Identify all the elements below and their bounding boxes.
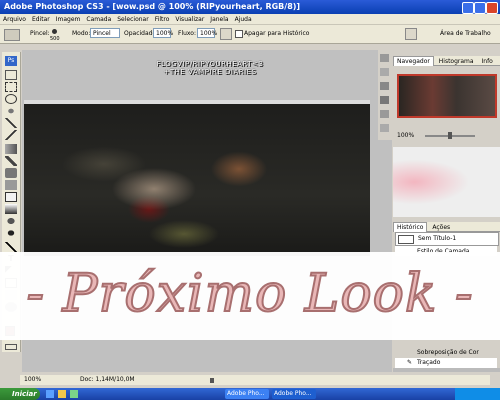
history-item-label: Traçado <box>417 359 441 366</box>
menu-camada[interactable]: Camada <box>83 16 114 23</box>
menu-editar[interactable]: Editar <box>29 16 53 23</box>
history-footer <box>393 368 500 372</box>
palette-well-icon[interactable] <box>405 28 417 40</box>
layer-comps-icon[interactable] <box>380 82 389 90</box>
panel-dock <box>378 50 392 140</box>
quick-mask-icon[interactable] <box>5 344 17 350</box>
brush-tool-icon[interactable] <box>5 156 17 166</box>
clone-source-icon[interactable] <box>380 124 389 132</box>
quicklaunch-folder-icon[interactable] <box>58 390 66 398</box>
close-button[interactable] <box>486 2 498 14</box>
erase-history-label: Apagar para Histórico <box>244 30 310 37</box>
system-tray[interactable] <box>455 388 500 400</box>
canvas-watermark: FLOGVIP/RIPYOURHEART<3 +THE VAMPIRE DIAR… <box>130 60 290 76</box>
history-state-icon: ✎ <box>407 359 413 366</box>
clone-stamp-icon[interactable] <box>5 168 17 178</box>
tab-histogram[interactable]: Histograma <box>436 57 477 66</box>
options-bar: Pincel: 500 Modo: Pincel Opacidade: 100%… <box>0 24 500 44</box>
flow-label: Fluxo: <box>178 30 196 37</box>
status-zoom[interactable]: 100% <box>24 375 41 385</box>
history-snapshot-row[interactable]: Sem Título-1 <box>395 232 499 246</box>
erase-history-checkbox[interactable] <box>235 30 243 38</box>
title-bar: Adobe Photoshop CS3 - [wow.psd @ 100% (R… <box>0 0 500 14</box>
watermark-line-1: FLOGVIP/RIPYOURHEART<3 <box>156 60 264 68</box>
history-row[interactable]: ✎ Traçado <box>395 358 497 368</box>
history-brush-icon[interactable] <box>5 180 17 190</box>
mode-select[interactable]: Pincel <box>90 28 120 38</box>
mode-label: Modo: <box>72 30 91 37</box>
tab-actions[interactable]: Ações <box>429 223 453 232</box>
flow-field[interactable]: 100% <box>197 28 217 38</box>
quicklaunch-media-icon[interactable] <box>70 390 78 398</box>
character-panel-icon[interactable] <box>380 96 389 104</box>
window-title: Adobe Photoshop CS3 - [wow.psd @ 100% (R… <box>4 2 301 11</box>
history-row[interactable]: Sobreposição de Cor <box>395 348 497 358</box>
airbrush-icon[interactable] <box>220 28 232 40</box>
taskbar-item-photoshop-1[interactable]: Adobe Pho... <box>225 389 269 399</box>
brush-label: Pincel: <box>30 30 50 37</box>
status-doc-size: Doc: 1,14M/10,0M <box>80 376 135 383</box>
blur-tool-icon[interactable] <box>5 216 17 226</box>
document-canvas[interactable] <box>24 104 370 256</box>
status-bar: 100% Doc: 1,14M/10,0M <box>20 375 490 385</box>
history-tabs: Histórico Ações <box>393 222 500 232</box>
menu-janela[interactable]: Janela <box>207 16 231 23</box>
menu-selecionar[interactable]: Selecionar <box>114 16 151 23</box>
watermark-line-2: +THE VAMPIRE DIARIES <box>163 68 257 76</box>
menu-imagem[interactable]: Imagem <box>53 16 84 23</box>
photoshop-logo-icon[interactable]: Ps <box>5 56 17 66</box>
minimize-button[interactable] <box>462 2 474 14</box>
start-button[interactable]: Iniciar <box>0 388 40 400</box>
brush-size: 500 <box>50 36 60 42</box>
zoom-slider-handle[interactable] <box>448 132 452 139</box>
quicklaunch-ie-icon[interactable] <box>46 390 54 398</box>
workspace-menu[interactable]: Área de Trabalho <box>440 30 491 37</box>
history-item-label: Sobreposição de Cor <box>417 349 479 356</box>
banner-text: - Próximo Look - <box>25 263 474 325</box>
opacity-field[interactable]: 100% <box>153 28 173 38</box>
tab-info[interactable]: Info <box>479 57 496 66</box>
navigator-tabs: Navegador Histograma Info <box>393 56 500 66</box>
pen-tool-icon[interactable] <box>5 242 17 252</box>
tab-navigator[interactable]: Navegador <box>393 56 434 66</box>
snapshot-thumbnail <box>398 235 414 244</box>
healing-brush-icon[interactable] <box>5 144 17 154</box>
swatch-panel-preview <box>393 147 500 217</box>
overlay-banner: - Próximo Look - <box>0 252 500 340</box>
paragraph-panel-icon[interactable] <box>380 110 389 118</box>
magic-wand-icon[interactable] <box>5 106 17 116</box>
slice-tool-icon[interactable] <box>5 130 17 140</box>
crop-tool-icon[interactable] <box>5 118 17 128</box>
tool-presets-icon[interactable] <box>380 68 389 76</box>
gradient-tool-icon[interactable] <box>5 204 17 214</box>
maximize-button[interactable] <box>474 2 486 14</box>
menu-arquivo[interactable]: Arquivo <box>0 16 29 23</box>
marquee-tool-icon[interactable] <box>5 82 17 92</box>
brushes-panel-icon[interactable] <box>380 54 389 62</box>
lasso-tool-icon[interactable] <box>5 94 17 104</box>
snapshot-label: Sem Título-1 <box>418 235 457 242</box>
menu-filtro[interactable]: Filtro <box>152 16 173 23</box>
eraser-tool-icon[interactable] <box>4 29 20 41</box>
tab-history[interactable]: Histórico <box>393 222 428 232</box>
menu-visualizar[interactable]: Visualizar <box>172 16 207 23</box>
navigator-zoom[interactable]: 100% <box>397 132 414 139</box>
brush-dot-icon <box>52 29 57 34</box>
move-tool-icon[interactable] <box>5 70 17 80</box>
menu-ajuda[interactable]: Ajuda <box>232 16 255 23</box>
taskbar-item-photoshop-2[interactable]: Adobe Pho... <box>272 389 316 399</box>
menu-bar: Arquivo Editar Imagem Camada Selecionar … <box>0 14 500 24</box>
status-arrow-icon[interactable] <box>210 378 214 383</box>
eraser-icon[interactable] <box>5 192 17 202</box>
start-label: Iniciar <box>12 390 37 398</box>
navigator-thumbnail[interactable] <box>397 74 497 118</box>
dodge-tool-icon[interactable] <box>5 228 17 238</box>
